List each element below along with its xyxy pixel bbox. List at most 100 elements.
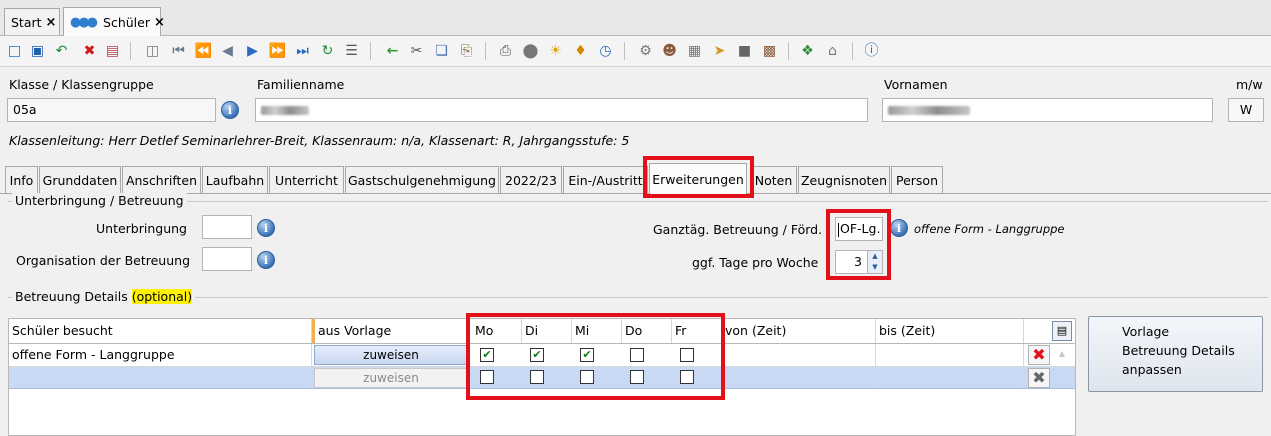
- cell-von[interactable]: [722, 367, 876, 388]
- unterbringung-group-line: [8, 201, 1268, 202]
- redacted-name: [261, 106, 309, 115]
- delete-row-icon[interactable]: ✖: [1028, 345, 1050, 365]
- ganztag-description: offene Form - Langgruppe: [914, 222, 1065, 236]
- vornamen-label: Vornamen: [884, 77, 948, 92]
- zuweisen-button[interactable]: zuweisen: [314, 368, 468, 388]
- details-group-line: [8, 297, 1268, 298]
- unterbringung-label: Unterbringung: [96, 221, 187, 236]
- organisation-info-icon[interactable]: i: [257, 251, 275, 269]
- cell-von[interactable]: [722, 344, 876, 366]
- copy-icon[interactable]: ❏: [432, 41, 451, 60]
- familienname-field[interactable]: [255, 98, 868, 122]
- tab-unterricht[interactable]: Unterricht: [269, 166, 344, 193]
- list-icon[interactable]: ☰: [342, 41, 361, 60]
- back-arrow-icon[interactable]: ←: [383, 41, 402, 60]
- ganztag-info-icon[interactable]: i: [890, 219, 908, 237]
- tab-gastschulgenehmigung[interactable]: Gastschulgenehmigung: [345, 166, 499, 193]
- close-icon[interactable]: ×: [154, 15, 165, 30]
- copy-record-icon[interactable]: ◫: [143, 41, 162, 60]
- klasse-field[interactable]: 05a: [7, 98, 216, 122]
- redacted-name: [888, 106, 970, 115]
- vornamen-field[interactable]: [882, 98, 1213, 122]
- tab-ein-austritt[interactable]: Ein-/Austritt: [563, 166, 648, 193]
- doc-tab-schueler[interactable]: ●●● Schüler ×: [63, 7, 165, 36]
- preview-icon[interactable]: ⬤: [521, 41, 540, 60]
- tab-2022-23[interactable]: 2022/23: [500, 166, 562, 193]
- familienname-label: Familienname: [257, 77, 345, 92]
- tab-info[interactable]: Info: [5, 166, 38, 193]
- klasse-info-icon[interactable]: i: [221, 101, 239, 119]
- organisation-field[interactable]: [202, 247, 252, 271]
- print-icon[interactable]: ⎙: [496, 41, 515, 60]
- save-icon[interactable]: ▣: [28, 41, 47, 60]
- highlight-box-days: [466, 313, 725, 400]
- highlight-box-ganztag: [826, 209, 891, 280]
- scroll-up-icon[interactable]: ▲: [1055, 349, 1069, 359]
- col-bis[interactable]: bis (Zeit): [876, 319, 1024, 343]
- unterbringung-field[interactable]: [202, 215, 252, 239]
- col-von[interactable]: von (Zeit): [722, 319, 876, 343]
- tab-grunddaten[interactable]: Grunddaten: [39, 166, 121, 193]
- tab-noten[interactable]: Noten: [750, 166, 797, 193]
- home-icon[interactable]: ⌂: [823, 41, 842, 60]
- tab-person[interactable]: Person: [891, 166, 943, 193]
- klassenleitung-info: Klassenleitung: Herr Detlef Seminarlehre…: [9, 133, 630, 148]
- column-chooser-icon[interactable]: ▤: [1052, 321, 1072, 341]
- clock-icon[interactable]: ◷: [596, 41, 615, 60]
- klasse-label: Klasse / Klassengruppe: [9, 77, 154, 92]
- doc-tab-start[interactable]: Start ×: [4, 8, 60, 35]
- unterbringung-group-title: Unterbringung / Betreuung: [12, 193, 187, 208]
- prev-page-icon[interactable]: ⏪: [194, 41, 213, 60]
- bell-icon[interactable]: ♦: [571, 41, 590, 60]
- user-icon[interactable]: ☻: [660, 41, 679, 60]
- last-icon[interactable]: ⏭: [293, 41, 312, 60]
- details-group-title: Betreuung Details (optional): [12, 289, 196, 304]
- prev-icon[interactable]: ◀: [218, 41, 237, 60]
- paste-icon[interactable]: ⎘: [457, 41, 476, 60]
- document-tab-bar: Start × ●●● Schüler ×: [0, 0, 1271, 36]
- vorlage-anpassen-button[interactable]: Vorlage Betreuung Details anpassen: [1088, 316, 1263, 392]
- col-aus-vorlage[interactable]: aus Vorlage: [312, 319, 469, 343]
- mw-field[interactable]: W: [1228, 98, 1264, 122]
- details-title-text: Betreuung Details: [15, 289, 128, 304]
- tab-anschriften[interactable]: Anschriften: [122, 166, 201, 193]
- cut-icon[interactable]: ✂: [407, 41, 426, 60]
- unterbringung-info-icon[interactable]: i: [257, 219, 275, 237]
- organisation-label: Organisation der Betreuung: [16, 253, 190, 268]
- tab-baseline: [0, 193, 1271, 194]
- delete-row-icon[interactable]: ✖: [1028, 368, 1050, 388]
- vorlage-line-1: Vorlage: [1122, 324, 1170, 339]
- tab-zeugnisnoten[interactable]: Zeugnisnoten: [798, 166, 890, 193]
- toolbar: □ ▣ ↶ ✖ ▤ ◫ ⏮ ⏪ ◀ ▶ ⏩ ⏭ ↻ ☰ ← ✂ ❏ ⎘ ⎙ ⬤ …: [0, 36, 1271, 67]
- help-icon[interactable]: ⓘ: [862, 41, 881, 60]
- vorlage-line-3: anpassen: [1122, 362, 1182, 377]
- next-page-icon[interactable]: ⏩: [268, 41, 287, 60]
- cell-bis[interactable]: [876, 367, 1024, 388]
- students-icon: ●●●: [70, 14, 98, 30]
- vorlage-line-2: Betreuung Details: [1122, 343, 1235, 358]
- next-icon[interactable]: ▶: [243, 41, 262, 60]
- tools-icon[interactable]: ⚙: [636, 41, 655, 60]
- money-icon[interactable]: ❖: [798, 41, 817, 60]
- film-icon[interactable]: ▩: [760, 41, 779, 60]
- cancel-icon[interactable]: ▤: [103, 41, 122, 60]
- idea-icon[interactable]: ☀: [546, 41, 565, 60]
- box-icon[interactable]: ■: [735, 41, 754, 60]
- close-icon[interactable]: ×: [46, 15, 57, 30]
- photo-icon[interactable]: ▦: [685, 41, 704, 60]
- tab-laufbahn[interactable]: Laufbahn: [202, 166, 268, 193]
- delete-icon[interactable]: ✖: [80, 41, 99, 60]
- doc-tab-label: Schüler: [103, 14, 150, 30]
- first-icon[interactable]: ⏮: [169, 41, 188, 60]
- col-schueler-besucht[interactable]: Schüler besucht: [9, 319, 312, 343]
- cell-bis[interactable]: [876, 344, 1024, 366]
- cell-besucht[interactable]: [9, 367, 312, 388]
- undo-icon[interactable]: ↶: [52, 41, 71, 60]
- refresh-icon[interactable]: ↻: [318, 41, 337, 60]
- ganztag-label: Ganztäg. Betreuung / Förd.: [653, 222, 823, 237]
- new-icon[interactable]: □: [5, 41, 24, 60]
- folder-arrow-icon[interactable]: ➤: [710, 41, 729, 60]
- mw-label: m/w: [1236, 77, 1263, 92]
- zuweisen-button[interactable]: zuweisen: [314, 345, 468, 365]
- cell-besucht[interactable]: offene Form - Langgruppe: [9, 344, 312, 366]
